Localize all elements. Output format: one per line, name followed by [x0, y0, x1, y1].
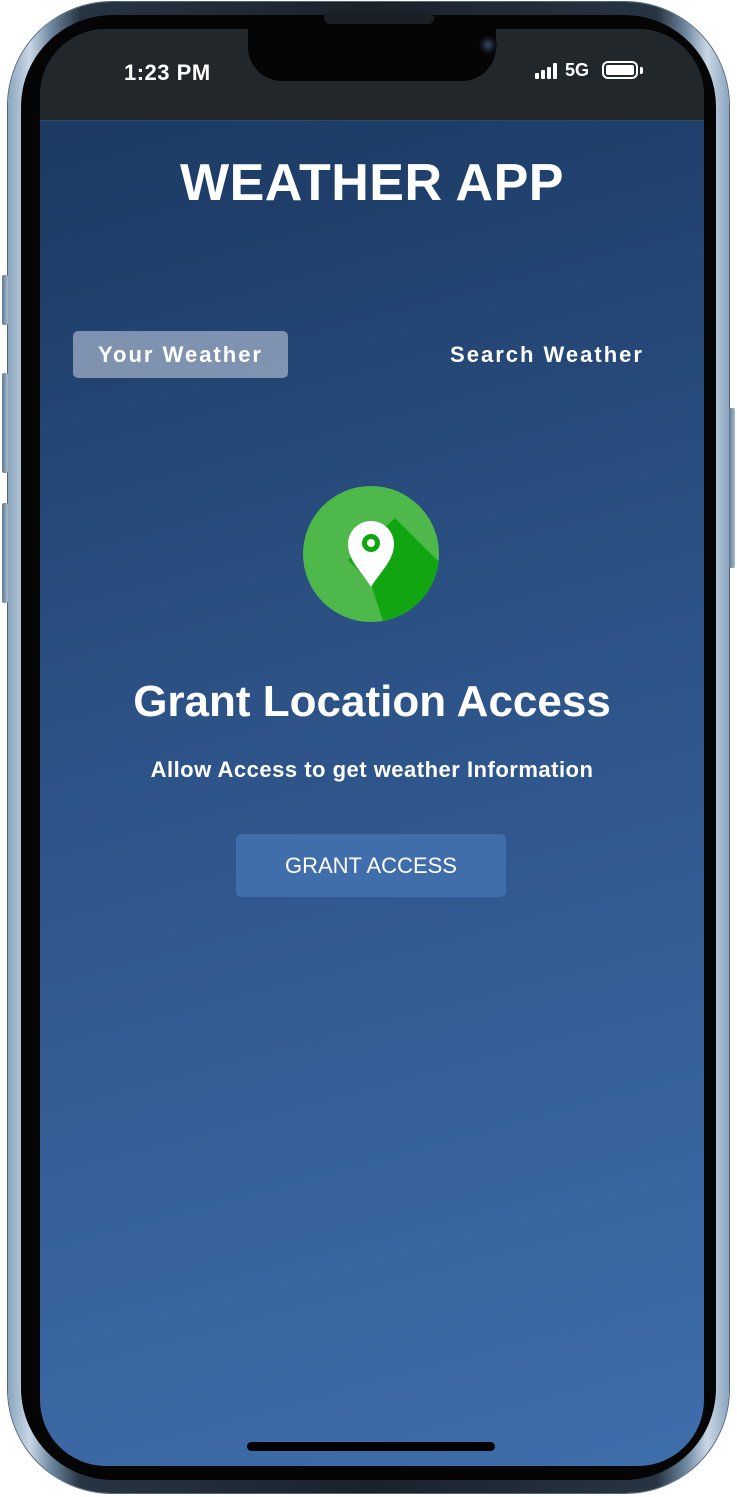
power-button [729, 408, 735, 568]
page-subtitle: Allow Access to get weather Information [150, 757, 594, 782]
front-camera-icon [479, 36, 497, 54]
location-pin-icon [303, 486, 439, 622]
status-time: 1:23 PM [124, 60, 211, 85]
app-title: WEATHER APP [180, 154, 564, 212]
status-bar: 1:23 PM 5G [40, 29, 704, 121]
mute-switch [2, 275, 8, 325]
battery-fill [606, 65, 634, 75]
tab-search-weather[interactable]: Search Weather [430, 331, 664, 378]
page-title: Grant Location Access [133, 677, 611, 726]
battery-icon [602, 61, 638, 79]
notch [248, 29, 497, 81]
volume-up-button [2, 373, 8, 473]
cellular-signal-icon [535, 63, 559, 79]
screen: 1:23 PM 5G WEATHER APP Your Weather Sear… [40, 29, 704, 1466]
network-type: 5G [565, 60, 590, 80]
earpiece-speaker [324, 12, 434, 24]
battery-cap [640, 67, 643, 74]
grant-access-button[interactable]: GRANT ACCESS [236, 834, 506, 897]
home-indicator[interactable] [247, 1442, 495, 1451]
location-pin-center [367, 539, 375, 547]
volume-down-button [2, 503, 8, 603]
tab-your-weather[interactable]: Your Weather [73, 331, 288, 378]
